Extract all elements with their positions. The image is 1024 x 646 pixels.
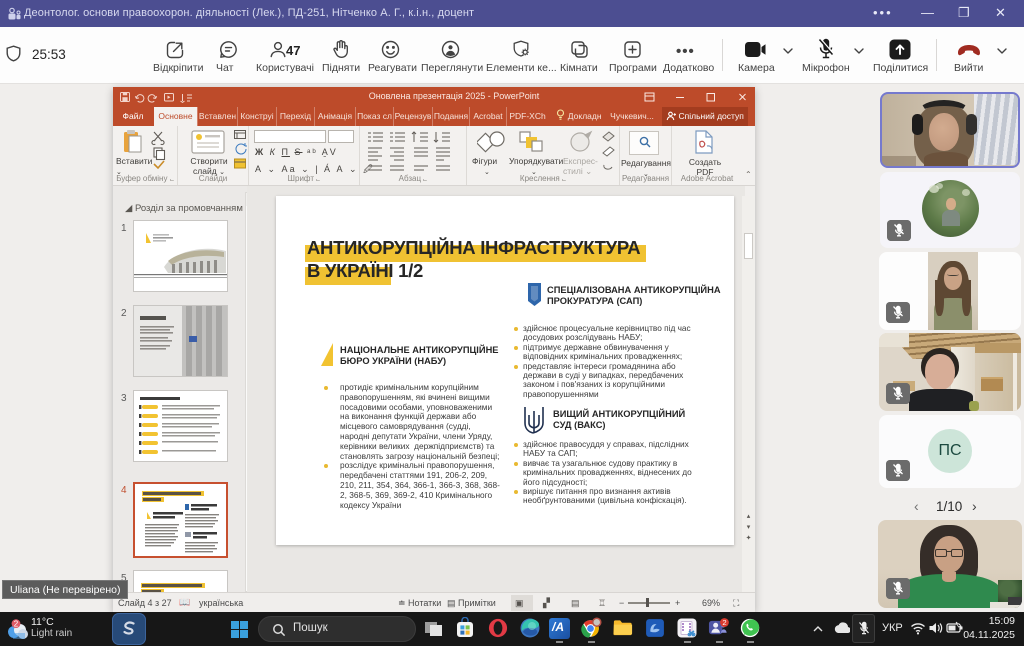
svg-text:2: 2	[14, 620, 19, 629]
svg-text:2: 2	[722, 618, 726, 627]
